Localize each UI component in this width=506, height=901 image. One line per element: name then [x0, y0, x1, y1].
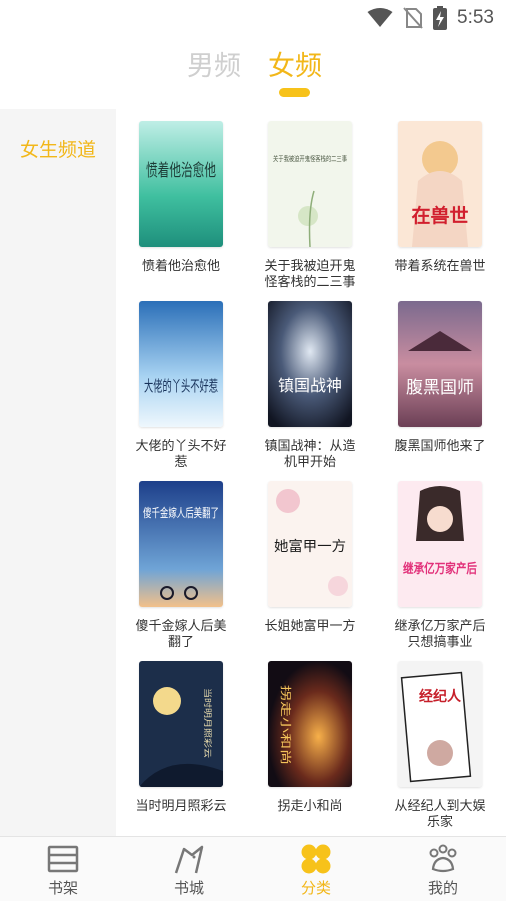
book-title: 拐走小和尚 [277, 799, 343, 814]
cover-text: 经纪人 [419, 688, 462, 705]
category-sidebar: 女生频道 [0, 109, 116, 836]
book-cover[interactable]: 在兽世 [398, 121, 482, 247]
cover-text: 大佬的丫头不好惹 [144, 377, 218, 395]
nav-label: 书架 [47, 879, 78, 897]
sidebar-item-female-channel[interactable]: 女生频道 [0, 135, 116, 162]
battery-charging-icon [433, 6, 448, 30]
book-title: 当时明月照彩云 [135, 799, 227, 814]
book-title: 从经纪人到大娱乐家 [394, 799, 486, 830]
book-title: 傻千金嫁人后美翻了 [135, 619, 227, 650]
cover-text: 关于我被迫开鬼怪客栈的二三事 [273, 154, 347, 163]
book-cover[interactable]: 她富甲一方 [268, 481, 352, 607]
nav-label: 书城 [173, 879, 204, 897]
book-cover[interactable]: 傻千金嫁人后美翻了 [139, 481, 223, 607]
book-cover[interactable]: 愤着他治愈他 [139, 121, 223, 247]
category-clover-icon [301, 844, 331, 874]
cover-text: 她富甲一方 [274, 538, 346, 555]
nav-bookstore[interactable]: 书城 [126, 837, 252, 901]
tab-male[interactable]: 男频 [187, 44, 241, 83]
status-time: 5:53 [457, 7, 494, 28]
cover-text: 继承亿万家产后 [403, 561, 477, 577]
book-title: 长姐她富甲一方 [264, 619, 356, 634]
book-cover[interactable]: 当时明月照彩云 [139, 661, 223, 787]
book-cover[interactable]: 关于我被迫开鬼怪客栈的二三事 [268, 121, 352, 247]
cover-text: 在兽世 [411, 204, 468, 227]
cover-text: 傻千金嫁人后美翻了 [143, 505, 219, 520]
bottom-nav: 书架 书城 分类 我的 [0, 836, 506, 901]
bookshelf-icon [47, 845, 79, 873]
paw-profile-icon [429, 844, 457, 873]
nav-label: 我的 [427, 879, 458, 897]
cover-text: 当时明月照彩云 [203, 688, 213, 758]
cover-text: 腹黑国师 [406, 378, 474, 398]
active-tab-indicator [279, 88, 310, 97]
book-title: 镇国战神：从造机甲开始 [264, 439, 356, 470]
no-sim-icon [403, 7, 423, 29]
book-title: 愤着他治愈他 [141, 259, 220, 274]
nav-category[interactable]: 分类 [253, 837, 379, 901]
status-bar: 5:53 [0, 0, 506, 34]
book-grid: 愤着他治愈他 愤着他治愈他 关于我被迫开鬼怪客栈的二三事 关于我被迫开鬼怪客栈的… [116, 109, 506, 836]
book-title: 腹黑国师他来了 [394, 439, 486, 454]
nav-bookshelf[interactable]: 书架 [0, 837, 126, 901]
book-cover[interactable]: 腹黑国师 [398, 301, 482, 427]
gender-tabs: 男频 女频 [0, 40, 506, 100]
book-cover[interactable]: 大佬的丫头不好惹 [139, 301, 223, 427]
cover-text: 镇国战神 [278, 376, 342, 395]
book-cover[interactable]: 经纪人 [398, 661, 482, 787]
book-title: 大佬的丫头不好惹 [135, 439, 227, 470]
cover-text: 愤着他治愈他 [146, 161, 216, 181]
nav-profile[interactable]: 我的 [380, 837, 506, 901]
tab-female[interactable]: 女频 [268, 44, 322, 83]
book-title: 关于我被迫开鬼怪客栈的二三事 [264, 259, 356, 290]
book-cover[interactable]: 镇国战神 [268, 301, 352, 427]
cover-text: 拐走小和尚 [279, 685, 293, 765]
book-title: 带着系统在兽世 [394, 259, 486, 274]
wifi-icon [367, 8, 393, 27]
bookstore-icon [174, 845, 204, 874]
book-cover[interactable]: 拐走小和尚 [268, 661, 352, 787]
book-title: 继承亿万家产后只想搞事业 [394, 619, 486, 650]
book-cover[interactable]: 继承亿万家产后 [398, 481, 482, 607]
nav-label: 分类 [300, 879, 331, 897]
